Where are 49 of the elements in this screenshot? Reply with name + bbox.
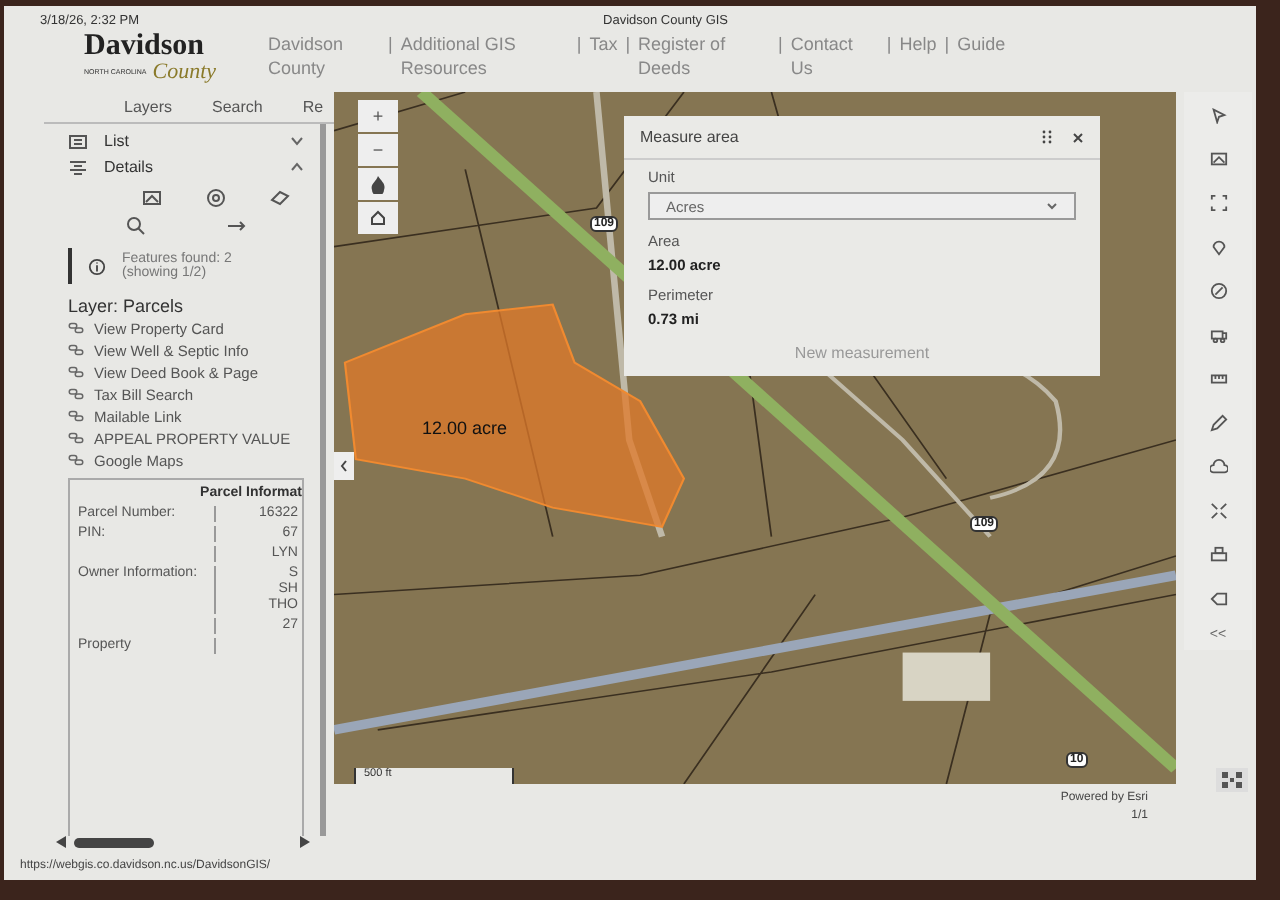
tag-icon[interactable] — [1209, 589, 1227, 607]
nav-divider: | — [388, 32, 393, 56]
arrow-icon[interactable] — [226, 216, 246, 236]
nav-divider: | — [778, 32, 783, 56]
chevron-icon — [340, 460, 348, 472]
zoom-button[interactable]: − — [358, 134, 398, 166]
cursor-icon[interactable] — [1209, 105, 1227, 123]
search-icon[interactable] — [126, 216, 146, 236]
nav-divider: | — [625, 32, 631, 56]
layer-title: Layer: Parcels — [68, 296, 186, 316]
qr-code-icon[interactable] — [1222, 772, 1242, 788]
expand-icon[interactable] — [1209, 501, 1227, 519]
nav-divider: | — [576, 32, 582, 56]
scrollbar-thumb[interactable] — [74, 837, 154, 847]
printer-icon[interactable] — [1209, 545, 1227, 563]
logo-county: County — [152, 62, 217, 82]
collapse-panel-button[interactable] — [334, 452, 354, 480]
truck-icon[interactable] — [1209, 325, 1227, 343]
cloud-icon[interactable] — [1209, 457, 1227, 475]
parcel-area-label: 12.00 acre — [422, 418, 508, 438]
sidebar-tab[interactable]: Re — [302, 98, 324, 116]
logo-wordmark: Davidson — [84, 32, 207, 62]
details-icon[interactable] — [68, 157, 88, 177]
scroll-right-icon[interactable] — [300, 836, 310, 848]
list-icon[interactable] — [68, 131, 88, 151]
sidebar-tab[interactable]: Search — [212, 98, 263, 116]
chevron-icon[interactable] — [290, 162, 304, 172]
frame-icon[interactable] — [1209, 193, 1227, 211]
drag-handle-icon[interactable] — [1042, 130, 1052, 144]
home-button[interactable] — [358, 202, 398, 234]
ruler-icon[interactable] — [1209, 369, 1227, 387]
zoom-button[interactable]: + — [358, 100, 398, 132]
pin-icon[interactable] — [1209, 237, 1227, 255]
picture-icon[interactable] — [1209, 149, 1227, 167]
panel-header[interactable]: Details — [104, 158, 153, 176]
close-icon[interactable] — [1072, 131, 1084, 143]
chevron-icon[interactable] — [290, 136, 304, 146]
info-icon — [88, 257, 106, 275]
sidebar-tab[interactable]: Layers — [124, 98, 173, 116]
panel-header[interactable]: List — [104, 132, 129, 150]
pencil-icon[interactable] — [1209, 413, 1227, 431]
compass-icon[interactable] — [1209, 281, 1227, 299]
locate-button[interactable] — [358, 168, 398, 200]
nav-divider: | — [944, 32, 950, 56]
panel-title: Measure area — [640, 128, 739, 146]
nav-divider: | — [886, 32, 892, 56]
image-icon[interactable] — [142, 188, 162, 208]
chevron-icon — [1046, 202, 1058, 210]
home-icon — [370, 210, 386, 226]
